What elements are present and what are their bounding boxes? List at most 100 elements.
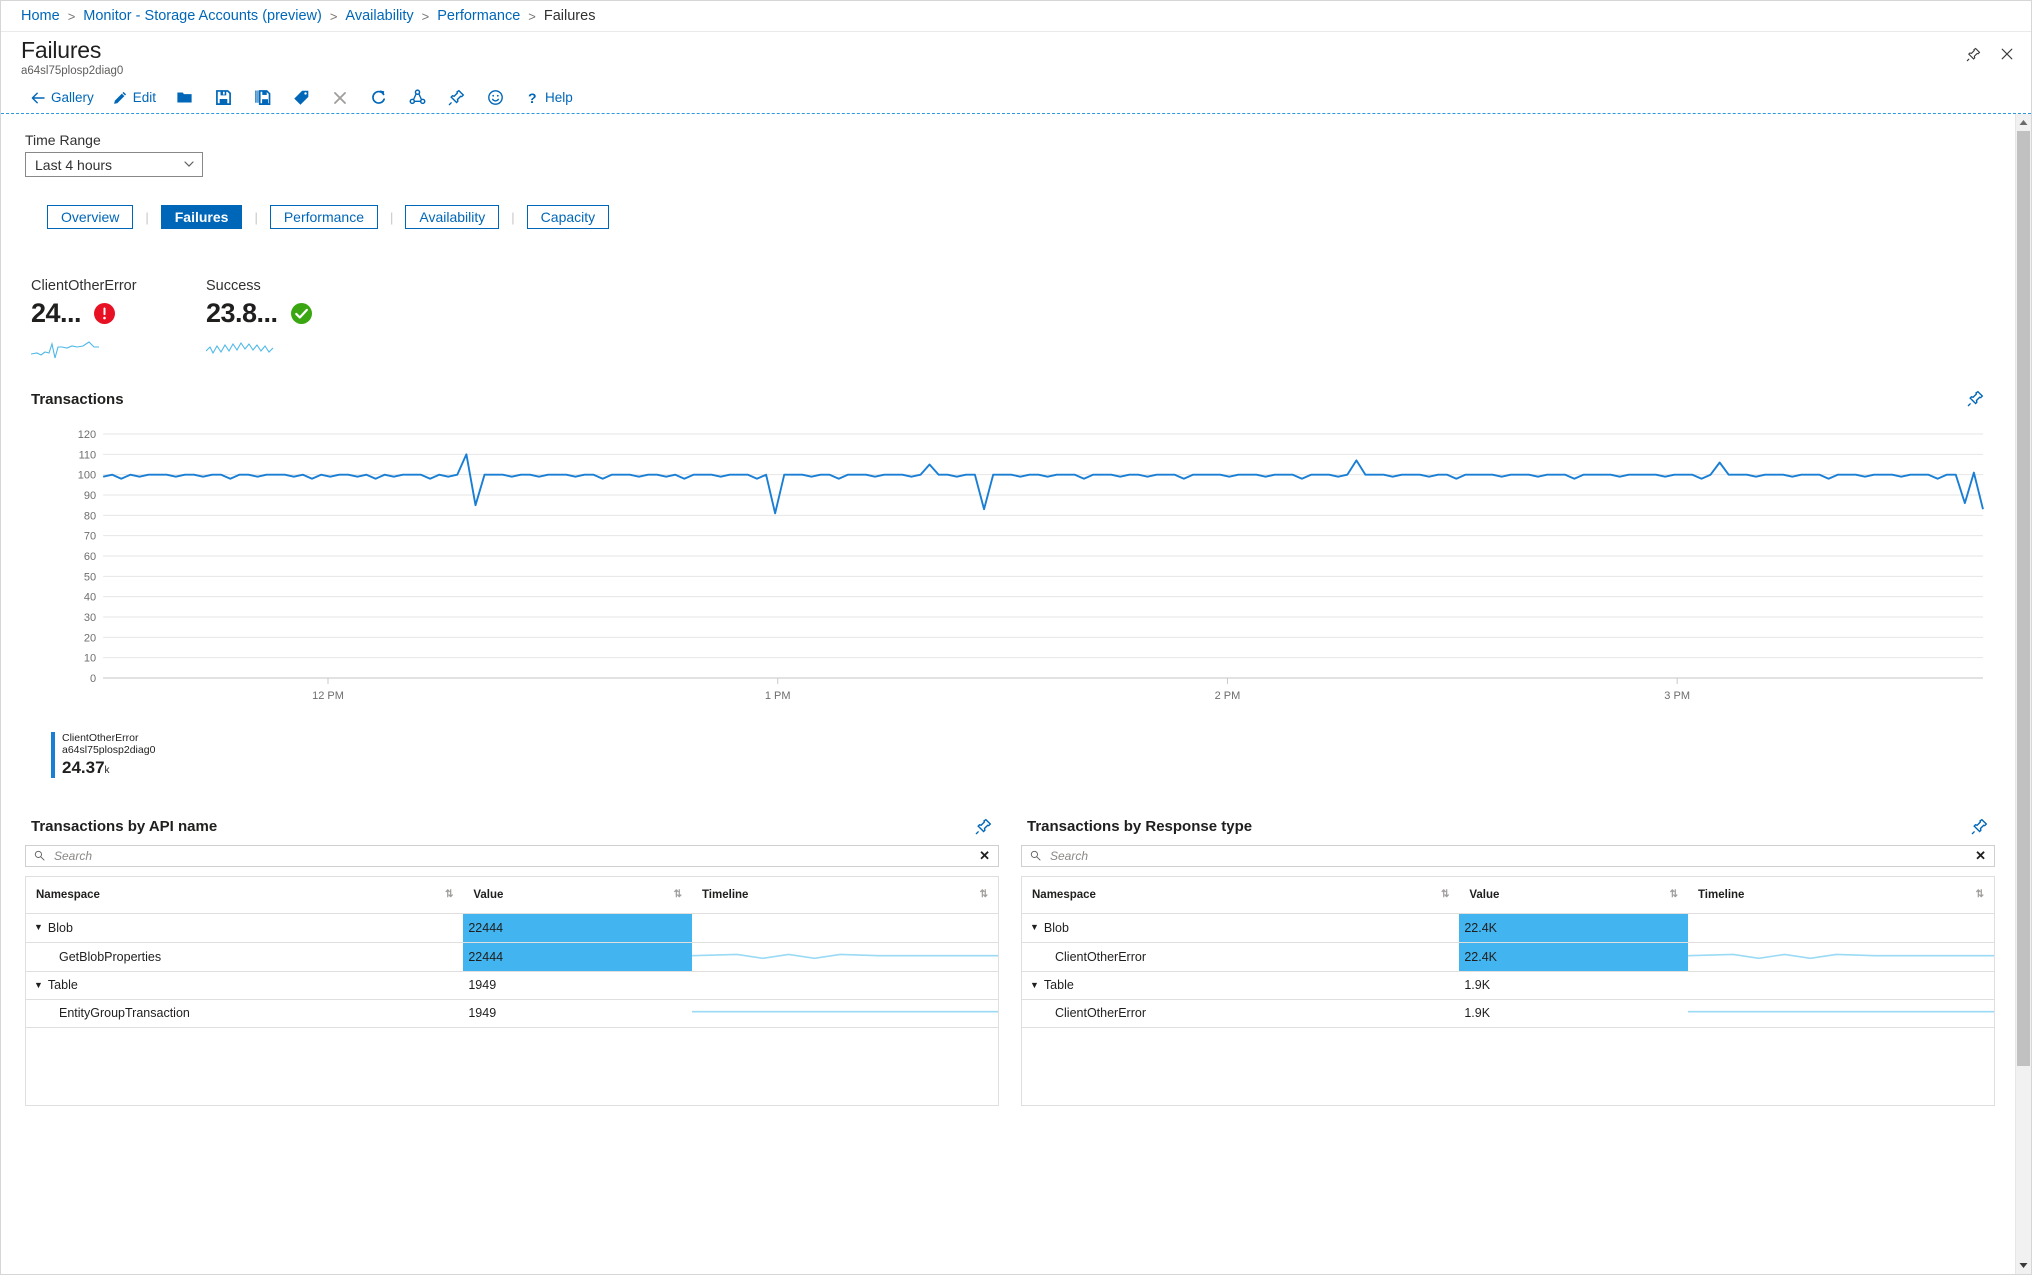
scroll-up-arrow-icon[interactable] [2016,114,2032,131]
toolbar-item-label: Edit [132,90,157,105]
sort-arrows-icon[interactable]: ⇅ [1976,889,1986,900]
kpi-title: ClientOtherError [31,278,137,294]
toolbar-refresh-button[interactable] [359,84,398,111]
x-axis-tick-label: 12 PM [312,690,344,702]
close-icon[interactable] [1997,44,2017,64]
transactions-line-chart[interactable]: 120 110 100 90 80 70 60 50 40 30 20 10 0 12 PM 1 PM 2 P… [1,426,2015,716]
title-bar: Failures a64sl75plosp2diag0 [1,32,2031,82]
tab-strip: Overview | Failures | Performance | Availabili… [1,177,2015,229]
column-header-namespace[interactable]: Namespace ⇅ [1021,876,1460,914]
column-label: Namespace [1032,888,1096,901]
tab-availability[interactable]: Availability [405,205,500,229]
scrollbar-track[interactable] [2016,131,2032,1257]
sort-arrows-icon[interactable]: ⇅ [1670,889,1680,900]
legend-series-name: ClientOtherError [62,732,139,744]
toolbar-gallery-button[interactable]: Gallery [21,84,103,111]
table-row[interactable]: ▼ Table 1.9K [1021,971,1995,1000]
toolbar-pin-button[interactable] [437,84,476,111]
table-row[interactable]: ▼ Table 1949 [25,971,999,1000]
cell-namespace[interactable]: EntityGroupTransaction [25,999,464,1028]
cell-namespace[interactable]: GetBlobProperties [25,942,464,972]
table-row[interactable]: ClientOtherError 22.4K [1021,942,1995,972]
error-exclamation-icon [94,303,116,324]
scrollbar-thumb[interactable] [2016,131,2030,1066]
column-label: Value [473,888,504,901]
scroll-down-arrow-icon[interactable] [2016,1257,2032,1274]
toolbar-tag-button[interactable] [282,84,321,111]
tab-capacity[interactable]: Capacity [526,205,610,229]
cell-namespace[interactable]: ClientOtherError [1021,942,1460,972]
cell-namespace[interactable]: ▼ Table [25,971,464,1000]
toolbar-feedback-button[interactable] [476,84,515,111]
cell-value: 1949 [463,971,692,1000]
table-header-row: Namespace ⇅ Value ⇅ Timeline ⇅ [1021,876,1995,914]
legend-item[interactable]: ClientOtherError a64sl75plosp2diag0 24.3… [51,732,155,778]
time-range-block: Time Range Last 4 hours [1,114,2015,177]
grid-search-bar[interactable]: ✕ [25,844,999,867]
table-row[interactable]: GetBlobProperties 22444 [25,942,999,972]
table-row[interactable]: ▼ Blob 22.4K [1021,913,1995,943]
sort-arrows-icon[interactable]: ⇅ [445,889,455,900]
expand-caret-icon[interactable]: ▼ [1030,980,1039,990]
sort-arrows-icon[interactable]: ⇅ [980,889,990,900]
tab-performance[interactable]: Performance [269,205,378,229]
pin-icon[interactable] [1967,390,1985,408]
sort-arrows-icon[interactable]: ⇅ [674,889,684,900]
cell-namespace[interactable]: ▼ Blob [25,913,464,943]
cell-timeline [1687,913,1995,943]
legend-total-value: 24.37k [62,758,155,778]
toolbar-share-button[interactable] [398,84,437,111]
table-row[interactable]: EntityGroupTransaction 1949 [25,999,999,1028]
toolbar-help-button[interactable]: ? Help [515,84,582,111]
grid-search-bar[interactable]: ✕ [1021,844,1995,867]
kpi-tile-clientothererror[interactable]: ClientOtherError 24... [31,277,206,360]
legend-resource-name: a64sl75plosp2diag0 [62,744,156,757]
column-header-namespace[interactable]: Namespace ⇅ [25,876,464,914]
toolbar-open-button[interactable] [165,84,204,111]
breadcrumb-item-availability[interactable]: Availability [345,8,413,24]
toolbar-save-as-button[interactable] [243,84,282,111]
column-header-value[interactable]: Value ⇅ [1459,876,1688,914]
expand-caret-icon[interactable]: ▼ [34,980,43,990]
grid-table: Namespace ⇅ Value ⇅ Timeline ⇅ ▼ Blob 22444 GetBl… [25,875,999,1028]
cell-timeline [1687,942,1995,972]
toolbar-edit-button[interactable]: Edit [103,84,165,111]
grid-search-input[interactable] [1048,847,1969,864]
vertical-scrollbar[interactable] [2015,114,2031,1274]
table-row[interactable]: ClientOtherError 1.9K [1021,999,1995,1028]
grid-title: Transactions by Response type [1027,818,1253,836]
pencil-icon [113,91,126,104]
toolbar-save-button[interactable] [204,84,243,111]
column-header-value[interactable]: Value ⇅ [463,876,692,914]
kpi-tile-success[interactable]: Success 23.8... [206,277,381,360]
tab-failures[interactable]: Failures [160,205,243,229]
breadcrumb-item-performance[interactable]: Performance [437,8,520,24]
pin-icon[interactable] [1963,44,1983,64]
toolbar-item-label: Gallery [51,90,94,105]
value-label: 1.9K [1464,1006,1491,1021]
clear-search-icon[interactable]: ✕ [979,849,990,862]
legend-value-number: 24.37 [62,758,105,778]
pin-icon[interactable] [1971,818,1989,836]
grid-empty-area [25,1027,999,1106]
cell-namespace[interactable]: ClientOtherError [1021,999,1460,1028]
pin-icon [448,89,465,106]
cell-namespace[interactable]: ▼ Blob [1021,913,1460,943]
expand-caret-icon[interactable]: ▼ [34,923,43,932]
time-range-label: Time Range [25,132,101,148]
clear-search-icon[interactable]: ✕ [1975,849,1986,862]
expand-caret-icon[interactable]: ▼ [1030,923,1039,932]
sort-arrows-icon[interactable]: ⇅ [1441,889,1451,900]
pin-icon[interactable] [975,818,993,836]
cell-namespace[interactable]: ▼ Table [1021,971,1460,1000]
column-header-timeline[interactable]: Timeline ⇅ [1687,876,1995,914]
breadcrumb-item-failures: Failures [543,8,596,24]
column-header-timeline[interactable]: Timeline ⇅ [691,876,999,914]
breadcrumb-item-monitor-storage-accounts-preview[interactable]: Monitor - Storage Accounts (preview) [83,8,322,24]
toolbar-delete-button[interactable] [321,84,359,111]
tab-overview[interactable]: Overview [47,205,134,229]
time-range-dropdown[interactable]: Last 4 hours [25,152,203,177]
grid-search-input[interactable] [52,847,973,864]
table-row[interactable]: ▼ Blob 22444 [25,913,999,943]
breadcrumb-item-home[interactable]: Home [21,8,60,24]
